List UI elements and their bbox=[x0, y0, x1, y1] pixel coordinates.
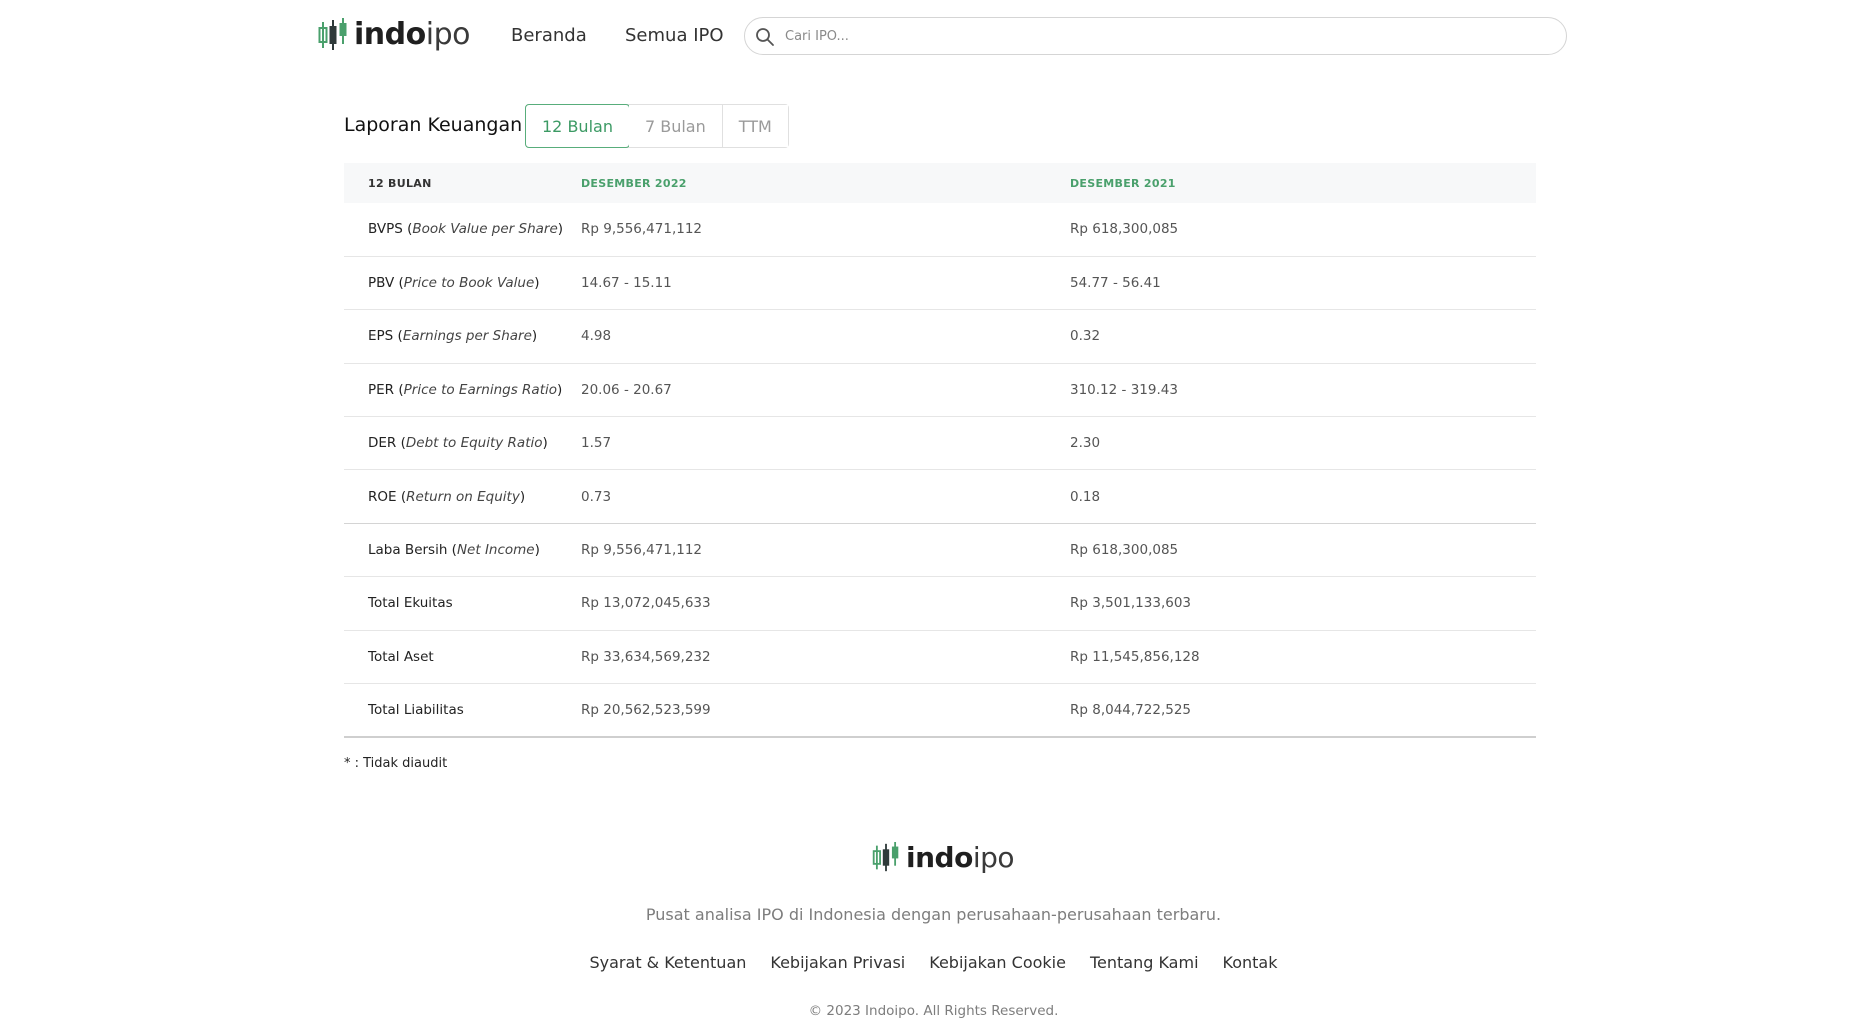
value-2022: Rp 20,562,523,599 bbox=[581, 701, 711, 718]
row-label: PER (Price to Earnings Ratio) bbox=[368, 381, 563, 398]
footer-link-privasi[interactable]: Kebijakan Privasi bbox=[770, 953, 905, 972]
row-label: EPS (Earnings per Share) bbox=[368, 328, 538, 345]
metric-abbr: PER bbox=[368, 381, 395, 398]
metric-full-name: Earnings per Share bbox=[402, 328, 532, 345]
value-2021: 0.32 bbox=[1070, 328, 1101, 345]
footnote: * : Tidak diaudit bbox=[344, 756, 448, 771]
row-label: Laba Bersih (Net Income) bbox=[368, 542, 540, 559]
candlestick-logo-icon bbox=[872, 842, 899, 872]
value-2022: Rp 33,634,569,232 bbox=[581, 648, 711, 665]
search-box[interactable] bbox=[744, 17, 1567, 55]
value-2022: 4.98 bbox=[581, 328, 612, 345]
metric-full-name: Book Value per Share bbox=[412, 221, 558, 238]
table-row: Total Aset Rp 33,634,569,232 Rp 11,545,8… bbox=[344, 630, 1536, 684]
row-label: ROE (Return on Equity) bbox=[368, 488, 526, 505]
nav-beranda[interactable]: Beranda bbox=[511, 25, 587, 46]
column-header-2021: DESEMBER 2021 bbox=[1070, 176, 1176, 190]
value-2022: 20.06 - 20.67 bbox=[581, 381, 672, 398]
table-row: Total Ekuitas Rp 13,072,045,633 Rp 3,501… bbox=[344, 577, 1536, 631]
value-2022: Rp 13,072,045,633 bbox=[581, 595, 711, 612]
footer-logo[interactable]: indoipo bbox=[872, 840, 1015, 874]
table-header-row: 12 BULAN DESEMBER 2022 DESEMBER 2021 bbox=[344, 163, 1536, 203]
financial-table: 12 BULAN DESEMBER 2022 DESEMBER 2021 BVP… bbox=[344, 163, 1536, 738]
copyright: © 2023 Indoipo. All Rights Reserved. bbox=[808, 1003, 1059, 1019]
metric-abbr: EPS bbox=[368, 328, 394, 345]
footer-links: Syarat & Ketentuan Kebijakan Privasi Keb… bbox=[0, 953, 1867, 972]
row-label: DER (Debt to Equity Ratio) bbox=[368, 435, 548, 452]
value-2021: 54.77 - 56.41 bbox=[1070, 275, 1161, 292]
table-row: BVPS (Book Value per Share) Rp 9,556,471… bbox=[344, 203, 1536, 257]
table-row: ROE (Return on Equity) 0.73 0.18 bbox=[344, 470, 1536, 524]
logo-wordmark: indoipo bbox=[906, 840, 1015, 874]
period-tabs: 12 Bulan 7 Bulan TTM bbox=[525, 104, 789, 148]
footer-link-syarat[interactable]: Syarat & Ketentuan bbox=[590, 953, 747, 972]
column-header-metric: 12 BULAN bbox=[368, 176, 432, 190]
value-2021: 310.12 - 319.43 bbox=[1070, 381, 1178, 398]
table-row: Total Liabilitas Rp 20,562,523,599 Rp 8,… bbox=[344, 684, 1536, 737]
search-icon bbox=[756, 28, 774, 46]
value-2022: Rp 9,556,471,112 bbox=[581, 542, 703, 559]
tab-12-bulan[interactable]: 12 Bulan bbox=[525, 104, 630, 148]
table-row: Laba Bersih (Net Income) Rp 9,556,471,11… bbox=[344, 523, 1536, 577]
value-2021: 2.30 bbox=[1070, 435, 1101, 452]
metric-full-name: Return on Equity bbox=[406, 488, 520, 505]
footer-link-tentang[interactable]: Tentang Kami bbox=[1090, 953, 1199, 972]
header-logo[interactable]: indoipo bbox=[318, 18, 470, 52]
table-row: PBV (Price to Book Value) 14.67 - 15.11 … bbox=[344, 256, 1536, 310]
nav-semua-ipo[interactable]: Semua IPO bbox=[625, 25, 724, 46]
candlestick-logo-icon bbox=[318, 18, 347, 50]
footer-link-kontak[interactable]: Kontak bbox=[1223, 953, 1278, 972]
column-header-2022: DESEMBER 2022 bbox=[581, 176, 687, 190]
row-label: PBV (Price to Book Value) bbox=[368, 275, 540, 292]
metric-full-name: Net Income bbox=[456, 542, 535, 559]
value-2022: 0.73 bbox=[581, 488, 612, 505]
top-header: indoipo Beranda Semua IPO bbox=[0, 0, 1867, 74]
table-row: DER (Debt to Equity Ratio) 1.57 2.30 bbox=[344, 417, 1536, 470]
search-input[interactable] bbox=[785, 24, 1545, 48]
row-label: BVPS (Book Value per Share) bbox=[368, 221, 564, 238]
metric-abbr: Laba Bersih bbox=[368, 542, 448, 559]
tab-7-bulan[interactable]: 7 Bulan bbox=[628, 105, 723, 147]
logo-part-1: indo bbox=[354, 17, 426, 52]
metric-full-name: Price to Earnings Ratio bbox=[403, 381, 557, 398]
logo-part-2: ipo bbox=[425, 17, 471, 52]
row-label: Total Ekuitas bbox=[368, 595, 453, 612]
value-2022: 14.67 - 15.11 bbox=[581, 275, 672, 292]
logo-part-1: indo bbox=[906, 840, 973, 874]
table-row: PER (Price to Earnings Ratio) 20.06 - 20… bbox=[344, 363, 1536, 417]
footer-link-cookie[interactable]: Kebijakan Cookie bbox=[929, 953, 1066, 972]
metric-abbr: DER bbox=[368, 435, 397, 452]
value-2021: Rp 618,300,085 bbox=[1070, 542, 1179, 559]
metric-abbr: PBV bbox=[368, 275, 395, 292]
table-row: EPS (Earnings per Share) 4.98 0.32 bbox=[344, 310, 1536, 364]
metric-abbr: BVPS bbox=[368, 221, 403, 238]
value-2021: 0.18 bbox=[1070, 488, 1101, 505]
footer-tagline: Pusat analisa IPO di Indonesia dengan pe… bbox=[645, 905, 1222, 924]
value-2022: 1.57 bbox=[581, 435, 612, 452]
tab-ttm[interactable]: TTM bbox=[722, 105, 788, 147]
page: indoipo Beranda Semua IPO ​ Laporan Keua… bbox=[0, 0, 1867, 1035]
row-label: Total Aset bbox=[368, 648, 434, 665]
row-label: Total Liabilitas bbox=[368, 701, 464, 718]
section-title: Laporan Keuangan bbox=[344, 114, 523, 136]
value-2022: Rp 9,556,471,112 bbox=[581, 221, 703, 238]
metric-abbr: ROE bbox=[368, 488, 397, 505]
logo-wordmark: indoipo bbox=[354, 20, 470, 50]
logo-part-2: ipo bbox=[972, 840, 1015, 874]
metric-full-name: Debt to Equity Ratio bbox=[405, 435, 543, 452]
metric-full-name: Price to Book Value bbox=[403, 275, 535, 292]
value-2021: Rp 618,300,085 bbox=[1070, 221, 1179, 238]
value-2021: Rp 11,545,856,128 bbox=[1070, 648, 1200, 665]
value-2021: Rp 8,044,722,525 bbox=[1070, 701, 1192, 718]
value-2021: Rp 3,501,133,603 bbox=[1070, 595, 1192, 612]
